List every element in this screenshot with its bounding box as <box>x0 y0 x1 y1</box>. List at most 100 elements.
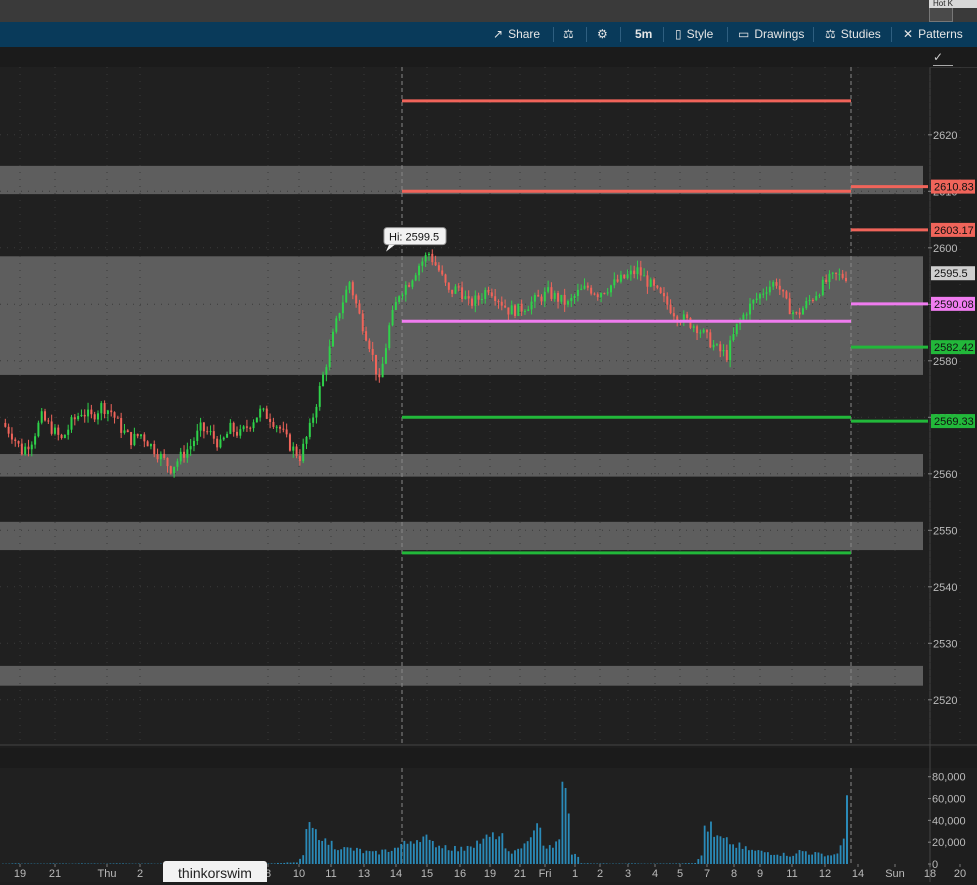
time-tick-label: 12 <box>819 868 831 880</box>
volume-bar <box>400 844 402 864</box>
volume-bar <box>631 863 633 864</box>
volume-bar <box>821 854 823 864</box>
volume-bar <box>334 849 336 864</box>
candle-body <box>554 293 556 299</box>
volume-bar <box>451 851 453 864</box>
volume-bar <box>745 846 747 864</box>
candle-body <box>454 286 456 293</box>
volume-bar <box>776 855 778 864</box>
candle-body <box>792 312 794 314</box>
time-tick-label: 19 <box>484 868 496 880</box>
candle-body <box>468 296 470 298</box>
time-tick-label: 4 <box>652 868 658 880</box>
candle-body <box>243 426 245 429</box>
volume-bar <box>723 838 725 864</box>
candle-body <box>203 423 205 432</box>
candle-body <box>100 403 102 413</box>
volume-bar <box>814 852 816 864</box>
volume-bar <box>786 856 788 864</box>
volume-bar <box>81 863 83 864</box>
candle-body <box>229 423 231 434</box>
volume-bar <box>574 854 576 864</box>
candle-body <box>206 431 208 432</box>
candle-body <box>253 422 255 428</box>
candle-body <box>636 267 638 274</box>
volume-bar <box>422 836 424 864</box>
candle-body <box>21 444 23 455</box>
candle-body <box>557 293 559 302</box>
volume-bar <box>271 863 273 864</box>
candle-body <box>762 294 764 295</box>
volume-bar <box>388 852 390 864</box>
candle-body <box>670 305 672 313</box>
high-bubble-label: Hi: 2599.5 <box>389 232 439 244</box>
volume-bar <box>701 855 703 864</box>
candle-body <box>759 294 761 299</box>
volume-bar <box>505 848 507 864</box>
candle-body <box>282 429 284 430</box>
volume-bar <box>353 851 355 864</box>
candle-body <box>772 282 774 287</box>
volume-bar <box>305 829 307 864</box>
candle-body <box>31 445 33 450</box>
volume-bar <box>565 788 567 864</box>
volume-bar <box>697 859 699 864</box>
volume-bar <box>277 863 279 864</box>
candle-body <box>51 421 53 433</box>
candle-body <box>441 270 443 274</box>
price-label: 2610.83 <box>934 182 974 194</box>
candle-body <box>223 438 225 440</box>
price-label: 2582.42 <box>934 342 974 354</box>
candle-body <box>471 299 473 306</box>
time-tick-label: Sun <box>885 868 905 880</box>
candle-body <box>210 431 212 432</box>
candle-body <box>478 295 480 299</box>
candle-body <box>80 415 82 416</box>
candle-body <box>600 293 602 297</box>
candle-body <box>699 332 701 333</box>
volume-bar <box>536 823 538 864</box>
volume-bar <box>286 862 288 864</box>
candle-body <box>246 426 248 427</box>
candle-body <box>491 292 493 296</box>
volume-bar <box>533 830 535 864</box>
volume-bar <box>748 850 750 864</box>
brand-tab[interactable]: thinkorswim <box>163 861 267 882</box>
price-tick-label: 2520 <box>933 695 957 707</box>
volume-bar <box>470 846 472 864</box>
candle-body <box>590 288 592 294</box>
candle-body <box>547 287 549 291</box>
volume-bar <box>840 845 842 864</box>
candle-body <box>117 418 119 419</box>
candle-body <box>37 423 39 437</box>
candle-body <box>812 300 814 301</box>
volume-bar <box>742 849 744 864</box>
candle-body <box>365 331 367 340</box>
volume-bar <box>467 846 469 864</box>
volume-bar <box>767 852 769 864</box>
candle-body <box>183 452 185 458</box>
candle-body <box>74 417 76 419</box>
candle-body <box>54 428 56 434</box>
candle-body <box>312 417 314 422</box>
candle-body <box>219 439 221 447</box>
candle-body <box>395 302 397 310</box>
candle-body <box>428 254 430 255</box>
candle-body <box>315 407 317 418</box>
candle-body <box>87 410 89 417</box>
candle-body <box>57 428 59 435</box>
candle-body <box>368 341 370 349</box>
volume-bar <box>119 863 121 864</box>
candle-body <box>166 458 168 466</box>
volume-bar <box>109 863 111 864</box>
volume-bar <box>321 841 323 864</box>
volume-bar <box>799 850 801 864</box>
time-tick-label: Fri <box>539 868 552 880</box>
candle-body <box>560 295 562 302</box>
candle-body <box>8 427 10 434</box>
candle-body <box>613 279 615 285</box>
candle-body <box>14 439 16 441</box>
volume-bar <box>549 845 551 864</box>
candle-body <box>713 345 715 348</box>
price-chart[interactable]: 2520253025402550256025702580259026002610… <box>0 0 977 882</box>
